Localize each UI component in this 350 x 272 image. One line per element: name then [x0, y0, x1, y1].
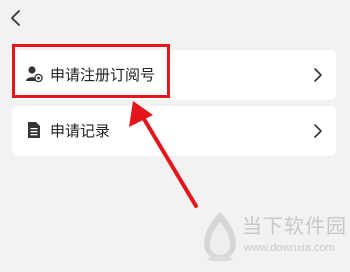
apply-records-item[interactable]: 申请记录	[12, 106, 336, 156]
watermark-url: www.downxia.com	[244, 242, 335, 254]
item-label: 申请记录	[50, 122, 111, 140]
document-icon	[25, 121, 43, 139]
watermark-logo	[204, 212, 236, 262]
watermark-brand: 当下软件园	[242, 214, 347, 238]
highlight-box	[12, 44, 170, 98]
back-button[interactable]	[4, 6, 26, 30]
chevron-right-icon	[314, 68, 322, 82]
chevron-right-icon	[314, 124, 322, 138]
watermark: 当下软件园 www.downxia.com	[200, 208, 346, 268]
chevron-left-icon	[11, 10, 20, 26]
